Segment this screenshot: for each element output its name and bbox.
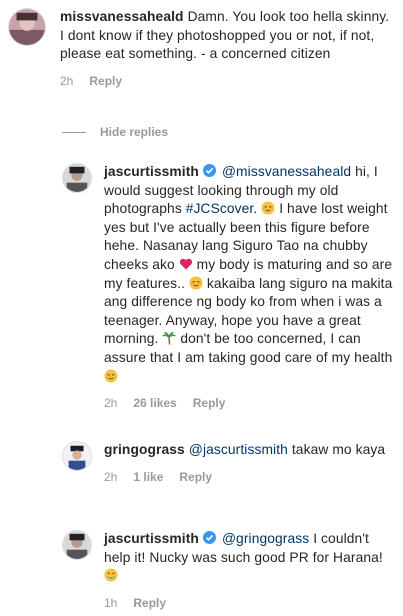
- reply-gringograss: gringograss @jascurtissmith takaw mo kaya…: [62, 441, 398, 484]
- reply-button[interactable]: Reply: [193, 396, 226, 410]
- relieved-face-emoji-icon: [261, 201, 275, 215]
- hide-replies-label[interactable]: Hide replies: [100, 125, 168, 139]
- avatar[interactable]: [62, 441, 92, 471]
- reply-button[interactable]: Reply: [179, 470, 212, 484]
- avatar[interactable]: [8, 8, 46, 46]
- reply-text: jascurtissmith @gringograss I couldn't he…: [104, 530, 394, 586]
- reply-jascurtissmith-2: jascurtissmith @gringograss I couldn't he…: [62, 530, 398, 610]
- mention-link[interactable]: @jascurtissmith: [189, 442, 288, 457]
- avatar[interactable]: [62, 163, 92, 193]
- verified-badge-icon: [202, 531, 216, 544]
- hashtag-link[interactable]: #JCScover.: [186, 201, 258, 216]
- reply-time: 2h: [104, 396, 118, 411]
- hide-replies-toggle[interactable]: Hide replies: [62, 125, 168, 139]
- comment-username[interactable]: missvanessaheald: [60, 9, 184, 24]
- reply-button[interactable]: Reply: [89, 74, 122, 88]
- relieved-face-emoji-icon: [189, 276, 203, 290]
- comment-time: 2h: [60, 73, 74, 88]
- red-heart-emoji-icon: [179, 257, 193, 271]
- comment-text: missvanessaheald Damn. You look too hella…: [60, 8, 390, 64]
- reply-text: gringograss @jascurtissmith takaw mo kaya: [104, 441, 394, 460]
- reply-time: 1h: [104, 595, 118, 610]
- comment-missvanessaheald: missvanessaheald Damn. You look too hella…: [8, 8, 398, 88]
- avatar[interactable]: [62, 530, 92, 560]
- reply-button[interactable]: Reply: [133, 596, 166, 610]
- grinning-face-emoji-icon: [104, 568, 118, 582]
- avatar-photo: [63, 442, 91, 470]
- verified-badge-icon: [202, 164, 216, 177]
- divider-line: [62, 131, 86, 133]
- mention-link[interactable]: @gringograss: [222, 531, 309, 546]
- reply-text: jascurtissmith @missvanessaheald hi, I wo…: [104, 163, 394, 386]
- likes-count[interactable]: 26 likes: [133, 396, 176, 410]
- reply-username[interactable]: gringograss: [104, 442, 185, 457]
- avatar-photo: [63, 531, 91, 559]
- reply-username[interactable]: jascurtissmith: [104, 531, 199, 546]
- palm-tree-emoji-icon: [162, 331, 177, 345]
- reply-username[interactable]: jascurtissmith: [104, 164, 199, 179]
- reply-time: 2h: [104, 469, 118, 484]
- likes-count[interactable]: 1 like: [133, 470, 163, 484]
- reply-jascurtissmith-1: jascurtissmith @missvanessaheald hi, I wo…: [62, 163, 398, 410]
- mention-link[interactable]: @missvanessaheald: [222, 164, 351, 179]
- avatar-photo: [9, 9, 45, 45]
- reply-body: takaw mo kaya: [291, 442, 386, 457]
- avatar-photo: [63, 164, 91, 192]
- relieved-face-emoji-icon: [104, 369, 118, 383]
